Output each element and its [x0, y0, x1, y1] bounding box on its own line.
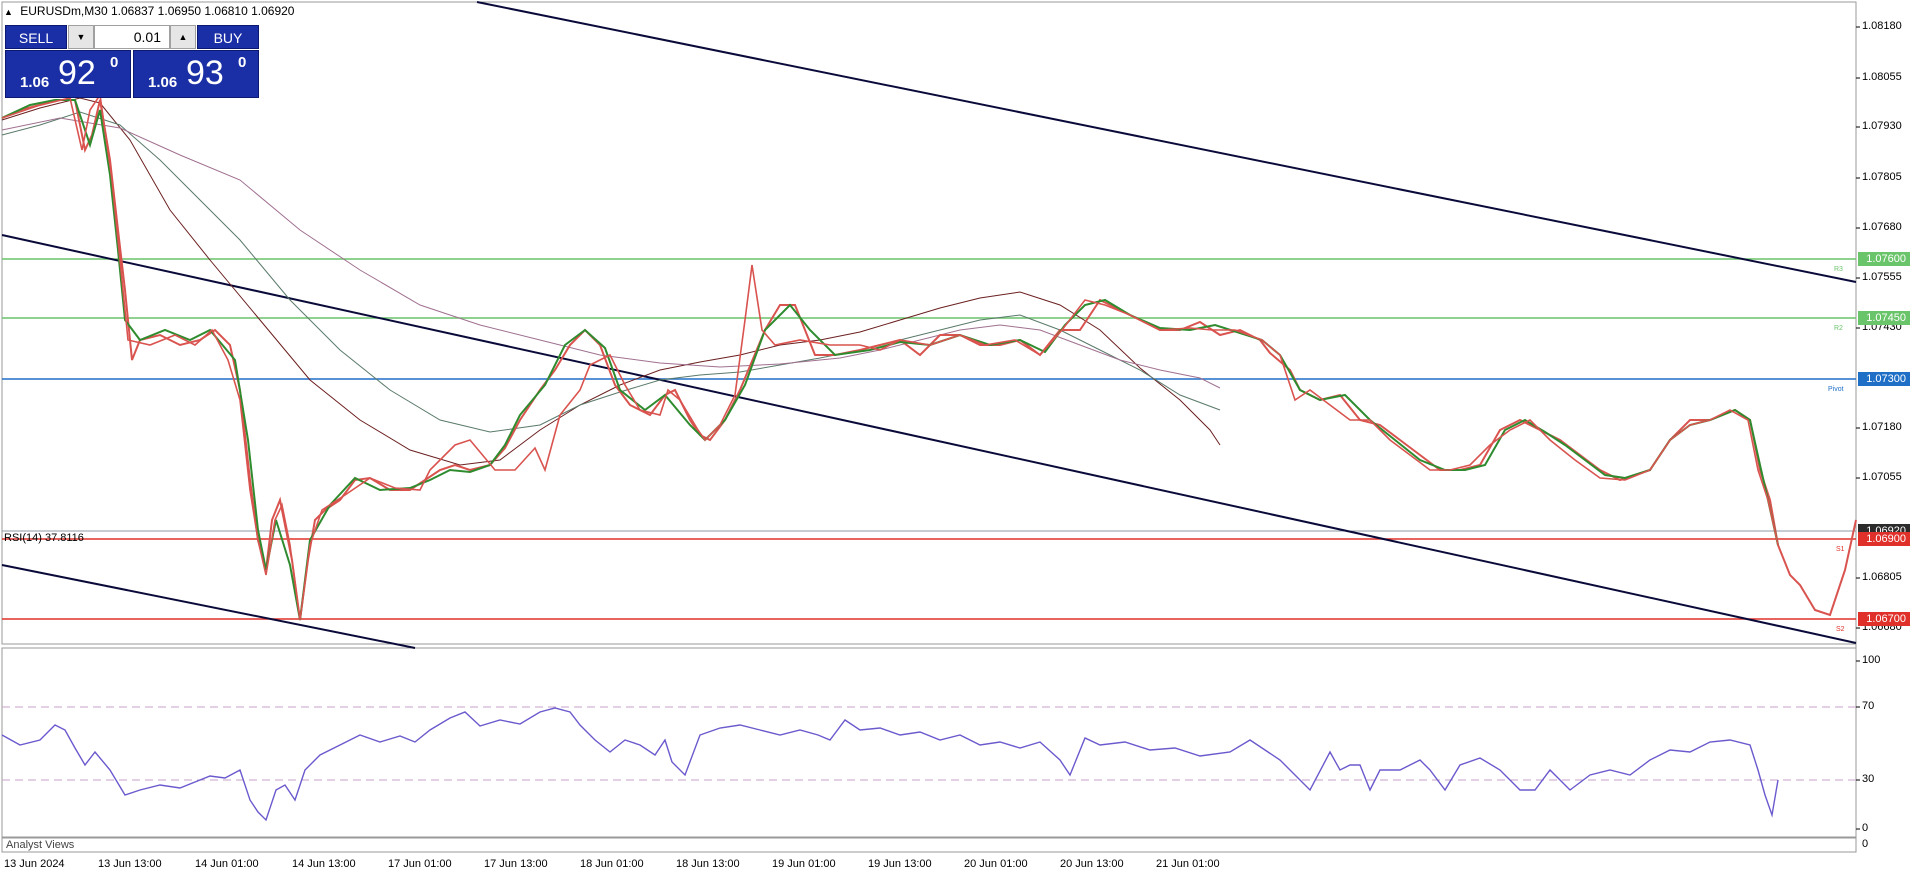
rsi-level-label: 100 [1862, 654, 1881, 666]
time-tick: 21 Jun 01:00 [1156, 858, 1220, 870]
price-tick: 1.06805 [1862, 571, 1902, 583]
one-click-trade-panel: SELL ▼ 0.01 ▲ BUY 1.06 92 0 1.06 93 0 [5, 25, 259, 98]
symbol-header: ▲ EURUSDm,M30 1.06837 1.06950 1.06810 1.… [4, 4, 294, 19]
channel-middle-line[interactable] [1, 234, 1857, 644]
s1-tag: S1 [1836, 546, 1845, 553]
time-tick: 18 Jun 13:00 [676, 858, 740, 870]
price-tick: 1.07805 [1862, 171, 1902, 183]
rsi-axis-ticks [1856, 660, 1860, 830]
rsi-level-label: 30 [1862, 773, 1875, 785]
buy-button[interactable]: BUY [197, 25, 259, 49]
time-tick: 14 Jun 01:00 [195, 858, 259, 870]
r2-tag: R2 [1834, 325, 1843, 332]
s2-tag: S2 [1836, 626, 1845, 633]
r3-tag: R3 [1834, 266, 1843, 273]
price-tick: 1.07930 [1862, 120, 1902, 132]
s1-price-tag: 1.06900 [1858, 532, 1910, 546]
channel-lower-line[interactable] [1, 564, 416, 649]
price-series [1, 92, 1779, 621]
analyst-views-label: Analyst Views [6, 839, 75, 851]
time-tick: 13 Jun 13:00 [98, 858, 162, 870]
time-tick: 13 Jun 2024 [4, 858, 65, 870]
time-tick: 17 Jun 01:00 [388, 858, 452, 870]
lot-increase-icon[interactable]: ▲ [170, 25, 196, 49]
pivot-tag: Pivot [1828, 386, 1844, 393]
price-chart[interactable] [0, 0, 1916, 874]
buy-quote-button[interactable]: 1.06 93 0 [133, 50, 259, 98]
price-tick: 1.08055 [1862, 71, 1902, 83]
price-tick: 1.07055 [1862, 471, 1902, 483]
r2-price-tag: 1.07450 [1858, 311, 1910, 325]
sell-quote-pips: 92 [58, 54, 96, 92]
price-tick: 1.07680 [1862, 221, 1902, 233]
moving-average-fast [1, 97, 1221, 466]
lot-size-input[interactable]: 0.01 [94, 25, 170, 49]
time-tick: 17 Jun 13:00 [484, 858, 548, 870]
rsi-level-label: 70 [1862, 700, 1875, 712]
rsi-chart-frame [1, 647, 1857, 838]
candles[interactable] [1, 99, 1857, 621]
time-tick: 20 Jun 01:00 [964, 858, 1028, 870]
rsi-title: RSI(14) 37.8116 [4, 532, 84, 544]
ohlc-values: 1.06837 1.06950 1.06810 1.06920 [110, 4, 295, 18]
lot-decrease-icon[interactable]: ▼ [68, 25, 94, 49]
rsi-level-label: 0 [1862, 822, 1869, 834]
s2-price-tag: 1.06700 [1858, 612, 1910, 626]
main-chart-frame [1, 1, 1857, 645]
sell-quote-fraction: 0 [110, 54, 119, 71]
analyst-zero-label: 0 [1862, 838, 1869, 850]
time-tick: 14 Jun 13:00 [292, 858, 356, 870]
price-tick: 1.07555 [1862, 271, 1902, 283]
sell-quote-button[interactable]: 1.06 92 0 [5, 50, 131, 98]
symbol-name: EURUSDm,M30 [20, 4, 108, 18]
time-tick: 19 Jun 01:00 [772, 858, 836, 870]
analyst-panel [1, 837, 1857, 853]
buy-quote-prefix: 1.06 [148, 74, 178, 91]
price-tick: 1.08180 [1862, 20, 1902, 32]
price-tick: 1.07180 [1862, 421, 1902, 433]
moving-average-mid [1, 111, 1221, 433]
r3-price-tag: 1.07600 [1858, 252, 1910, 266]
collapse-triangle-icon[interactable]: ▲ [4, 7, 13, 17]
sell-button[interactable]: SELL [5, 25, 67, 49]
sell-quote-prefix: 1.06 [20, 74, 50, 91]
time-tick: 19 Jun 13:00 [868, 858, 932, 870]
channel-upper-line[interactable] [476, 1, 1857, 283]
rsi-line [1, 707, 1779, 822]
time-tick: 20 Jun 13:00 [1060, 858, 1124, 870]
pivot-price-tag: 1.07300 [1858, 372, 1910, 386]
buy-quote-pips: 93 [186, 54, 224, 92]
time-tick: 18 Jun 01:00 [580, 858, 644, 870]
buy-quote-fraction: 0 [238, 54, 247, 71]
